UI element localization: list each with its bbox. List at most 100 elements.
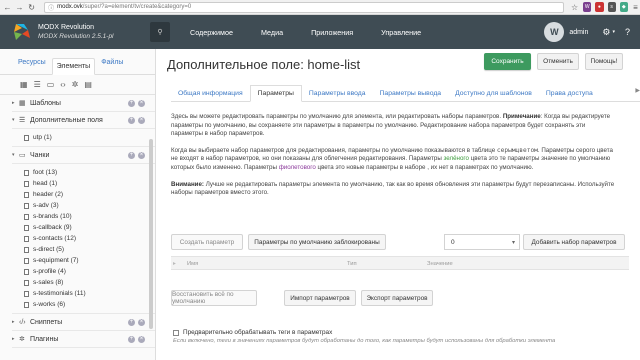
remove-icon[interactable]: × bbox=[138, 99, 145, 107]
add-element-icon[interactable]: + bbox=[128, 116, 135, 124]
gear-icon[interactable]: ⚙ ▾ bbox=[602, 27, 615, 38]
tree-item[interactable]: s-profile (4) bbox=[12, 266, 155, 277]
tab-output-options[interactable]: Параметры вывода bbox=[373, 86, 449, 101]
tree-item[interactable]: s-brands (10) bbox=[12, 211, 155, 222]
new-category-icon[interactable]: ▤ bbox=[84, 80, 92, 89]
para-warning: Внимание: Лучше не редактировать парамет… bbox=[171, 181, 617, 198]
col-value[interactable]: Значение bbox=[427, 261, 453, 267]
modx-logo[interactable]: MODX Revolution MODX Revolution 2.5.1-pl bbox=[0, 15, 150, 49]
restore-defaults-button[interactable]: Восстановить всё по умолчанию bbox=[171, 290, 257, 306]
import-properties-button[interactable]: Импорт параметров bbox=[284, 290, 356, 306]
tree-item-label: head (1) bbox=[33, 180, 58, 187]
extension-swf-icon[interactable]: s bbox=[607, 2, 616, 12]
file-icon bbox=[24, 301, 29, 308]
url-domain: modx.ovk bbox=[57, 4, 83, 10]
para-intro-text: Здесь вы можете редактировать параметры … bbox=[171, 113, 502, 120]
tree-item-label: s-callback (9) bbox=[33, 224, 72, 231]
add-element-icon[interactable]: + bbox=[128, 99, 135, 107]
new-tv-icon[interactable]: ☰ bbox=[34, 80, 41, 89]
tree-item[interactable]: head (1) bbox=[12, 178, 155, 189]
tab-files[interactable]: Файлы bbox=[97, 57, 127, 74]
address-bar[interactable]: ⓘ modx.ovk /super/?a=element/tv/create&c… bbox=[44, 1, 565, 13]
preprocess-label: Предварительно обрабатывать теги в парам… bbox=[183, 329, 333, 336]
col-type[interactable]: Тип bbox=[347, 261, 357, 267]
tab-properties[interactable]: Параметры bbox=[249, 85, 302, 102]
tree-item[interactable]: s-adv (3) bbox=[12, 200, 155, 211]
tree-item[interactable]: s-contacts (12) bbox=[12, 233, 155, 244]
para-colors: Когда вы выбираете набор параметров для … bbox=[171, 147, 617, 173]
back-icon[interactable]: ← bbox=[3, 2, 12, 13]
tree-item[interactable]: s-works (6) bbox=[12, 299, 155, 310]
tree-item[interactable]: utp (1) bbox=[12, 132, 155, 143]
browser-toolbar: ← → ↻ ⓘ modx.ovk /super/?a=element/tv/cr… bbox=[0, 0, 640, 15]
new-plugin-icon[interactable]: ✲ bbox=[72, 80, 79, 89]
export-properties-button[interactable]: Экспорт параметров bbox=[361, 290, 433, 306]
property-set-select[interactable]: 0 ▾ bbox=[444, 234, 520, 250]
menu-content[interactable]: Содержимое bbox=[176, 15, 247, 49]
tree-item[interactable]: s-equipment (7) bbox=[12, 255, 155, 266]
file-icon bbox=[24, 235, 29, 242]
tree-item[interactable]: s-callback (9) bbox=[12, 222, 155, 233]
tree-category[interactable]: ▸ ▦ Шаблоны + × bbox=[12, 95, 155, 112]
remove-icon[interactable]: × bbox=[138, 116, 145, 124]
tab-input-options[interactable]: Параметры ввода bbox=[302, 86, 373, 101]
new-snippet-icon[interactable]: ‹› bbox=[60, 80, 65, 89]
bookmark-star-icon[interactable]: ☆ bbox=[570, 2, 579, 13]
add-element-icon[interactable]: + bbox=[128, 151, 135, 159]
user-name[interactable]: admin bbox=[569, 29, 588, 36]
tab-template-access[interactable]: Доступно для шаблонов bbox=[448, 86, 539, 101]
user-avatar[interactable]: W bbox=[544, 22, 565, 42]
preprocess-option[interactable]: Предварительно обрабатывать теги в парам… bbox=[173, 329, 332, 336]
extension-icon[interactable]: ● bbox=[595, 2, 604, 12]
menu-manage[interactable]: Управление bbox=[367, 15, 435, 49]
add-property-set-button[interactable]: Добавить набор параметров bbox=[523, 234, 625, 250]
expand-icon[interactable]: ▸ bbox=[12, 100, 19, 106]
new-template-icon[interactable]: ▦ bbox=[20, 80, 28, 89]
tab-elements[interactable]: Элементы bbox=[51, 58, 96, 75]
tree-category[interactable]: ▸ ‹/› Сниппеты + × bbox=[12, 314, 155, 331]
expand-icon[interactable]: ▸ bbox=[12, 336, 19, 342]
help-icon[interactable]: ? bbox=[625, 27, 630, 37]
create-param-button[interactable]: Создать параметр bbox=[171, 234, 243, 250]
defaults-locked-button[interactable]: Параметры по умолчанию заблокированы bbox=[248, 234, 386, 250]
tab-resources[interactable]: Ресурсы bbox=[14, 57, 50, 74]
browser-menu-icon[interactable]: ≡ bbox=[631, 2, 640, 13]
tree-item-label: s-sales (8) bbox=[33, 279, 64, 286]
category-actions: + × bbox=[128, 151, 145, 159]
menu-media[interactable]: Медиа bbox=[247, 15, 297, 49]
expand-icon[interactable]: ▸ bbox=[12, 319, 19, 325]
tree-item[interactable]: s-direct (5) bbox=[12, 244, 155, 255]
tree-category[interactable]: ▸ ✲ Плагины + × bbox=[12, 331, 155, 348]
tree-category[interactable]: ▾ ☰ Дополнительные поля + × bbox=[12, 112, 155, 129]
tabs-scroll-right-icon[interactable]: ▶ bbox=[635, 87, 640, 94]
search-icon[interactable]: ⚲ bbox=[150, 22, 170, 42]
col-name[interactable]: Имя bbox=[187, 261, 198, 267]
preprocess-checkbox[interactable] bbox=[173, 329, 179, 336]
add-element-icon[interactable]: + bbox=[128, 318, 135, 326]
tab-general[interactable]: Общая информация bbox=[171, 86, 250, 101]
forward-icon[interactable]: → bbox=[15, 2, 24, 13]
new-chunk-icon[interactable]: ▭ bbox=[47, 80, 55, 89]
extension-w-icon[interactable]: W bbox=[583, 2, 592, 12]
cancel-button[interactable]: Отменить bbox=[537, 53, 579, 70]
tree-category[interactable]: ▾ ▭ Чанки + × bbox=[12, 147, 155, 164]
extension-drive-icon[interactable]: ◆ bbox=[619, 2, 628, 12]
save-button[interactable]: Сохранить bbox=[484, 53, 531, 70]
page-title: Дополнительное поле: home-list bbox=[167, 57, 361, 72]
help-button[interactable]: Помощь! bbox=[585, 53, 623, 70]
left-scrollbar[interactable] bbox=[149, 139, 153, 329]
add-element-icon[interactable]: + bbox=[128, 335, 135, 343]
collapse-icon[interactable]: ▾ bbox=[12, 117, 19, 123]
tree-item[interactable]: s-sales (8) bbox=[12, 277, 155, 288]
tree-item[interactable]: header (2) bbox=[12, 189, 155, 200]
remove-icon[interactable]: × bbox=[138, 151, 145, 159]
tree-item[interactable]: s-testimonials (11) bbox=[12, 288, 155, 299]
tree-item[interactable]: foot (13) bbox=[12, 167, 155, 178]
remove-icon[interactable]: × bbox=[138, 318, 145, 326]
tab-access-rights[interactable]: Права доступа bbox=[539, 86, 600, 101]
collapse-icon[interactable]: ▾ bbox=[12, 152, 19, 158]
green-word: зелёного bbox=[443, 155, 469, 163]
remove-icon[interactable]: × bbox=[138, 335, 145, 343]
menu-apps[interactable]: Приложения bbox=[297, 15, 367, 49]
reload-icon[interactable]: ↻ bbox=[27, 2, 36, 13]
